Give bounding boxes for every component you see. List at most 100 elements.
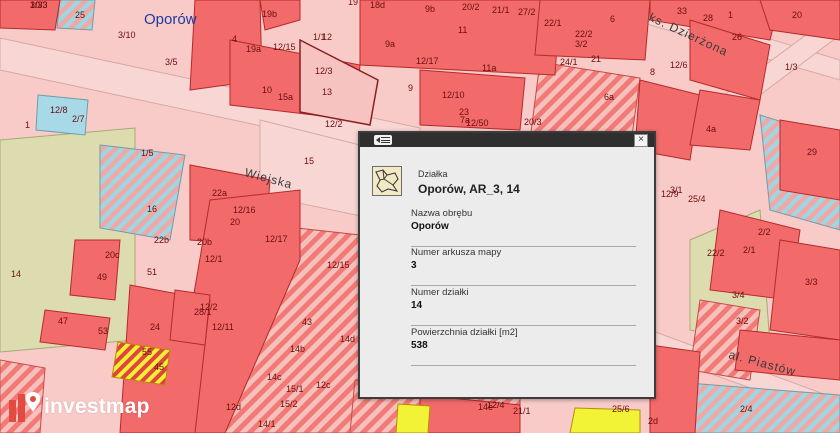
parcel-number-label: 55 xyxy=(142,347,152,357)
parcel-number-label: 14d xyxy=(340,334,355,344)
parcel-number-label: 1/5 xyxy=(141,148,154,158)
parcel-number-label: 12/4 xyxy=(487,400,505,410)
parcel-number-label: 15a xyxy=(278,92,293,102)
parcel-number-label: 15/2 xyxy=(280,399,298,409)
parcel-number-label: 25 xyxy=(75,10,85,20)
parcel-number-label: 53 xyxy=(98,326,108,336)
parcel-number-label: 19b xyxy=(262,9,277,19)
parcel-number-label: 22b xyxy=(154,235,169,245)
attribute-label: Numer działki xyxy=(411,287,469,298)
parcel-number-label: 12/50 xyxy=(466,118,489,128)
parcel-number-label: 4a xyxy=(706,124,716,134)
parcel-number-label: 1 xyxy=(25,120,30,130)
parcel-number-label: 12/9 xyxy=(661,189,679,199)
parcel-number-label: 12/15 xyxy=(327,260,350,270)
parcel-number-label: 4 xyxy=(232,34,237,44)
parcel-number-label: 26 xyxy=(732,32,742,42)
parcel-number-label: 49 xyxy=(97,272,107,282)
parcel-number-label: 3/3 xyxy=(805,277,818,287)
parcel-number-label: 45 xyxy=(154,362,164,372)
parcel-number-label: 12/15 xyxy=(273,42,296,52)
feature-title: Oporów, AR_3, 14 xyxy=(418,182,520,196)
parcel-number-label: 9a xyxy=(385,39,395,49)
parcel-number-label: 19 xyxy=(348,0,358,7)
feature-type: Działka xyxy=(418,169,448,179)
parcel-number-label: 20c xyxy=(105,250,120,260)
close-button[interactable]: × xyxy=(634,134,648,147)
parcel-number-label: 29 xyxy=(807,147,817,157)
parcel-number-label: 22/1 xyxy=(544,18,562,28)
parcel-number-label: 14/1 xyxy=(258,419,276,429)
logo-icon xyxy=(9,390,41,424)
parcel-number-label: 3/10 xyxy=(118,30,136,40)
menu-icon[interactable] xyxy=(374,135,392,145)
attribute-row: Numer arkusza mapy 3 xyxy=(411,247,636,286)
parcel-number-label: 20 xyxy=(230,217,240,227)
parcel-number-label: 3/2 xyxy=(736,316,749,326)
parcel-number-label: 8 xyxy=(650,67,655,77)
parcel-number-label: 12/1 xyxy=(205,254,223,264)
parcel-number-label: 12d xyxy=(226,402,241,412)
parcel-number-label: 12/6 xyxy=(670,60,688,70)
parcel-number-label: 22/2 xyxy=(575,29,593,39)
parcel-number-label: 12/17 xyxy=(416,56,439,66)
parcel-number-label: 33 xyxy=(677,6,687,16)
parcel-number-label: 24 xyxy=(150,322,160,332)
parcel-number-label: 6a xyxy=(604,92,614,102)
parcel-number-label: 20/2 xyxy=(462,2,480,12)
parcel-number-label: 47 xyxy=(58,316,68,326)
parcel-number-label: 2d xyxy=(648,416,658,426)
parcel-number-label: 12/3 xyxy=(315,66,333,76)
investmap-logo: investmap xyxy=(9,389,150,425)
district-label: Oporów xyxy=(144,11,197,28)
parcel-info-popup: × Działka Oporów, AR_3, 14 Nazwa obrębu … xyxy=(358,131,656,399)
parcel-number-label: 1/3 xyxy=(785,62,798,72)
parcel-number-label: 12/8 xyxy=(50,105,68,115)
parcel-number-label: 15 xyxy=(304,156,314,166)
parcel-number-label: 25/6 xyxy=(612,404,630,414)
attribute-value: 3 xyxy=(411,260,417,271)
attribute-row: Powierzchnia działki [m2] 538 xyxy=(411,327,636,366)
attribute-value: 538 xyxy=(411,340,428,351)
parcel-number-label: 3/5 xyxy=(165,57,178,67)
parcel-number-label: 21/1 xyxy=(492,5,510,15)
parcel-number-label: 12 xyxy=(322,32,332,42)
parcel-number-label: 21 xyxy=(591,54,601,64)
parcel-number-label: 12/11 xyxy=(212,322,234,332)
parcel-map-icon xyxy=(372,166,402,196)
parcel-number-label: 2/1 xyxy=(743,245,756,255)
parcel-number-label: 9b xyxy=(425,4,435,14)
parcel-number-label: 20/3 xyxy=(524,117,542,127)
attribute-value: 14 xyxy=(411,300,423,311)
parcel-number-label: 18d xyxy=(370,0,385,10)
parcel-number-label: 12/16 xyxy=(233,205,256,215)
parcel-number-label: 12/10 xyxy=(442,90,465,100)
popup-header: × xyxy=(360,133,654,147)
parcel-number-label: 3/4 xyxy=(732,290,745,300)
parcel-number-label: 3/2 xyxy=(575,39,588,49)
attribute-row: Nazwa obrębu Oporów xyxy=(411,208,636,247)
parcel-number-label: 14c xyxy=(267,372,282,382)
attribute-row: Numer działki 14 xyxy=(411,287,636,326)
parcel-number-label: 22a xyxy=(212,188,227,198)
parcel-number-label: 11 xyxy=(458,25,467,35)
parcel-number-label: 21/1 xyxy=(513,406,531,416)
attribute-value: Oporów xyxy=(411,221,449,232)
parcel-number-label: 25/4 xyxy=(688,194,706,204)
parcel-number-label: 2/2 xyxy=(758,227,771,237)
parcel-number-label: 20b xyxy=(197,237,212,247)
parcel-number-label: 6 xyxy=(610,14,615,24)
parcel-number-label: 27/2 xyxy=(518,7,536,17)
parcel-number-label: 16 xyxy=(147,204,157,214)
parcel-number-label: 24/1 xyxy=(560,57,578,67)
parcel-number-label: 15/1 xyxy=(286,384,304,394)
parcel-number-label: 20 xyxy=(792,10,802,20)
parcel-number-label: 12/2 xyxy=(325,119,343,129)
parcel-number-label: 22/2 xyxy=(707,248,725,258)
parcel-number-label: 12/17 xyxy=(265,234,288,244)
parcel-number-label: 14b xyxy=(290,344,305,354)
parcel-number-label: 10/3 xyxy=(30,0,48,10)
parcel-number-label: 13 xyxy=(322,87,332,97)
attribute-label: Numer arkusza mapy xyxy=(411,247,502,258)
parcel-number-label: 14 xyxy=(11,269,21,279)
